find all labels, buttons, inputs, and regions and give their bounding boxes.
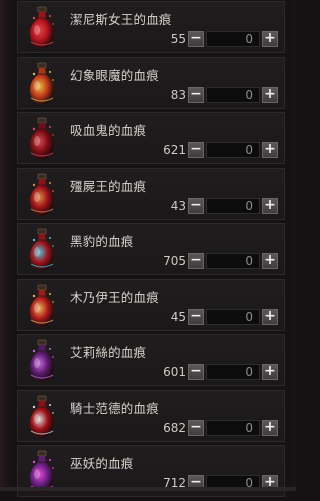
decrease-button[interactable]: − [188, 142, 204, 158]
item-name: 幻象眼魔的血痕 [70, 67, 159, 83]
decrease-button[interactable]: − [188, 86, 204, 103]
decrease-button[interactable]: − [188, 308, 204, 325]
increase-button[interactable]: + [262, 253, 278, 269]
list-item: 殭屍王的血痕 43 − 0 + [17, 167, 285, 220]
list-item: 黑豹的血痕 705 − 0 + [17, 223, 285, 275]
increase-button[interactable]: + [262, 308, 278, 325]
item-count: 705 [163, 254, 186, 268]
list-item: 幻象眼魔的血痕 83 − 0 + [17, 56, 285, 109]
list-item: 吸血鬼的血痕 621 − 0 + [17, 112, 285, 164]
quantity-input[interactable]: 0 [206, 86, 260, 103]
item-name: 艾莉絲的血痕 [70, 345, 147, 360]
quantity-input[interactable]: 0 [206, 197, 260, 214]
item-count: 45 [170, 309, 186, 324]
list-item: 艾莉絲的血痕 601 − 0 + [17, 334, 285, 386]
item-count: 621 [163, 143, 186, 157]
decrease-button[interactable]: − [188, 31, 204, 47]
quantity-input[interactable]: 0 [206, 308, 260, 325]
crimson-potion-icon [22, 171, 62, 219]
list-item: 潔尼斯女王的血痕 55 − 0 + [17, 1, 285, 53]
increase-button[interactable]: + [262, 197, 278, 214]
decrease-button[interactable]: − [188, 253, 204, 269]
decrease-button[interactable]: − [188, 197, 204, 214]
quantity-input[interactable]: 0 [206, 364, 260, 380]
item-count: 682 [163, 420, 186, 435]
item-name: 木乃伊王的血痕 [70, 289, 159, 305]
window-left-edge [0, 0, 14, 491]
item-name: 吸血鬼的血痕 [70, 123, 147, 138]
item-name: 騎士范德的血痕 [70, 400, 159, 416]
item-name: 巫妖的血痕 [70, 456, 134, 471]
quantity-input[interactable]: 0 [206, 142, 260, 158]
window-bottom-edge [0, 487, 296, 491]
list-item: 木乃伊王的血痕 45 − 0 + [17, 278, 285, 331]
red-potion-icon [22, 4, 62, 52]
quantity-input[interactable]: 0 [206, 253, 260, 269]
increase-button[interactable]: + [262, 364, 278, 380]
item-name: 黑豹的血痕 [70, 234, 134, 249]
item-count: 83 [170, 87, 186, 102]
dark-red-potion-icon [22, 115, 62, 163]
quantity-input[interactable]: 0 [206, 31, 260, 47]
quantity-input[interactable]: 0 [206, 419, 260, 436]
teal-potion-icon [22, 226, 62, 274]
item-name: 殭屍王的血痕 [70, 178, 147, 194]
item-name: 潔尼斯女王的血痕 [70, 12, 172, 27]
item-count: 55 [170, 32, 186, 46]
blood-potion-icon [22, 393, 62, 441]
blood-trace-list: 潔尼斯女王的血痕 55 − 0 + 幻象眼魔的血痕 83 − 0 + 吸血鬼的血… [17, 1, 285, 501]
list-item: 騎士范德的血痕 682 − 0 + [17, 389, 285, 442]
purple-potion-icon [22, 337, 62, 385]
item-count: 43 [170, 198, 186, 213]
increase-button[interactable]: + [262, 31, 278, 47]
gold-potion-icon [22, 60, 62, 108]
increase-button[interactable]: + [262, 86, 278, 103]
increase-button[interactable]: + [262, 142, 278, 158]
increase-button[interactable]: + [262, 419, 278, 436]
decrease-button[interactable]: − [188, 419, 204, 436]
amber-potion-icon [22, 282, 62, 330]
item-count: 601 [163, 365, 186, 379]
window-right-edge [290, 0, 296, 491]
decrease-button[interactable]: − [188, 364, 204, 380]
